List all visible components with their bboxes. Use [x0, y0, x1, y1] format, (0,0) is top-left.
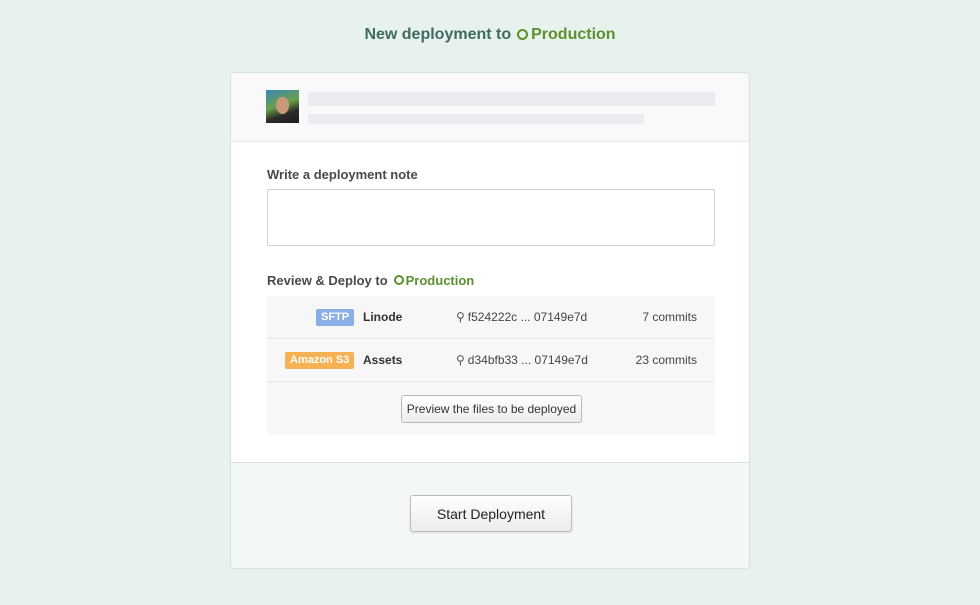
- deployment-note-label: Write a deployment note: [267, 167, 418, 182]
- avatar: [266, 90, 299, 123]
- preview-files-button[interactable]: Preview the files to be deployed: [401, 395, 582, 423]
- deployment-card: Write a deployment note Review & Deploy …: [230, 72, 750, 569]
- server-list: SFTP Linode ⚲ f524222c ... 07149e7d 7 com…: [267, 296, 715, 435]
- server-type-badge: Amazon S3: [285, 352, 355, 369]
- start-deployment-button[interactable]: Start Deployment: [410, 495, 572, 532]
- revision-range-text: f524222c ... 07149e7d: [467, 310, 588, 324]
- commit-count: 7 commits: [642, 310, 697, 324]
- branch-compare-icon: ⚲: [456, 310, 465, 324]
- loading-placeholder-line: [308, 92, 715, 106]
- deployment-card-header: [231, 73, 749, 142]
- server-row: SFTP Linode ⚲ f524222c ... 07149e7d 7 com…: [267, 296, 715, 339]
- review-environment: Production: [405, 273, 475, 288]
- deployment-note-input[interactable]: [267, 189, 715, 246]
- page-title-text: New deployment to: [364, 26, 512, 43]
- server-type-badge: SFTP: [316, 309, 355, 326]
- environment-status-icon: [517, 29, 529, 40]
- review-deploy-label: Review & Deploy to Production: [267, 273, 474, 288]
- revision-range: ⚲ f524222c ... 07149e7d: [456, 310, 587, 324]
- page-title-environment: Production: [531, 26, 616, 43]
- revision-range: ⚲ d34bfb33 ... 07149e7d: [456, 353, 588, 367]
- environment-status-icon: [393, 275, 404, 285]
- server-row: Amazon S3 Assets ⚲ d34bfb33 ... 07149e7d …: [267, 339, 715, 382]
- server-name: Assets: [363, 353, 403, 367]
- avatar-face: [276, 97, 289, 114]
- server-name: Linode: [363, 310, 403, 324]
- loading-placeholder-line: [308, 114, 644, 124]
- deployment-card-footer: Start Deployment: [231, 462, 749, 568]
- page-title: New deployment to Production: [0, 26, 980, 44]
- revision-range-text: d34bfb33 ... 07149e7d: [467, 353, 588, 367]
- commit-count: 23 commits: [635, 353, 697, 367]
- branch-compare-icon: ⚲: [456, 353, 465, 367]
- review-deploy-text: Review & Deploy to: [267, 273, 388, 288]
